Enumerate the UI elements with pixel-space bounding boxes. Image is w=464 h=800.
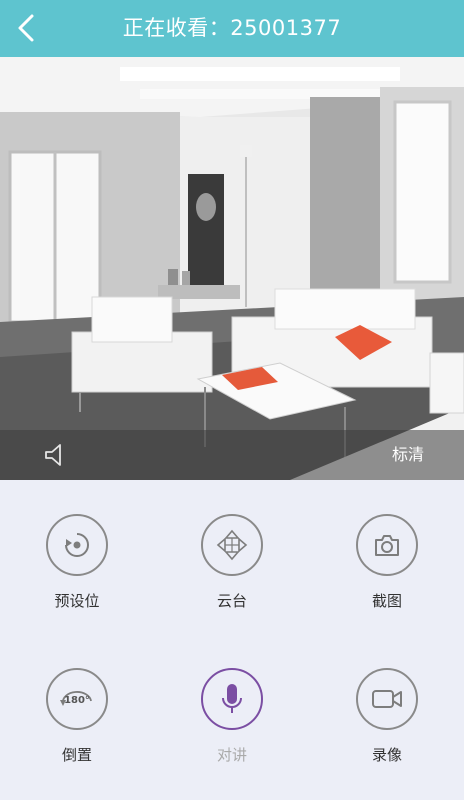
screenshot-circle [356, 514, 418, 576]
record-label: 录像 [371, 746, 402, 764]
screenshot-button[interactable]: 截图 [327, 514, 447, 611]
camera-feed-image [0, 57, 464, 480]
flip-circle: 180° [46, 668, 108, 730]
intercom-button[interactable]: 对讲 [172, 668, 292, 765]
quality-toggle[interactable]: 标清 [392, 430, 424, 480]
flip-label: 倒置 [61, 746, 92, 764]
preset-position-icon [65, 533, 89, 557]
volume-button[interactable] [40, 440, 70, 470]
screenshot-label: 截图 [371, 592, 402, 610]
intercom-circle [201, 668, 263, 730]
speaker-icon [45, 444, 61, 466]
top-bar: 正在收看：25001377 [0, 0, 464, 57]
ptz-direction-icon [216, 529, 248, 561]
ptz-circle [201, 514, 263, 576]
rotate-180-icon: 180° [60, 691, 92, 706]
intercom-label: 对讲 [216, 746, 247, 764]
video-camera-icon [372, 690, 402, 708]
rotate-180-text: 180° [64, 695, 90, 706]
flip-button[interactable]: 180° 倒置 [17, 668, 137, 765]
preset-circle [46, 514, 108, 576]
microphone-icon [222, 684, 242, 713]
video-control-bar: 标清 [0, 430, 464, 480]
record-circle [356, 668, 418, 730]
record-button[interactable]: 录像 [327, 668, 447, 765]
preset-label: 预设位 [54, 592, 100, 610]
control-panel: 预设位 云台 截图 180° 倒置 对讲 录像 [0, 480, 464, 800]
video-player[interactable]: 标清 [0, 57, 464, 480]
ptz-button[interactable]: 云台 [172, 514, 292, 611]
page-title: 正在收看：25001377 [122, 16, 342, 40]
camera-icon [375, 535, 399, 556]
preset-button[interactable]: 预设位 [17, 514, 137, 611]
ptz-label: 云台 [216, 592, 247, 610]
